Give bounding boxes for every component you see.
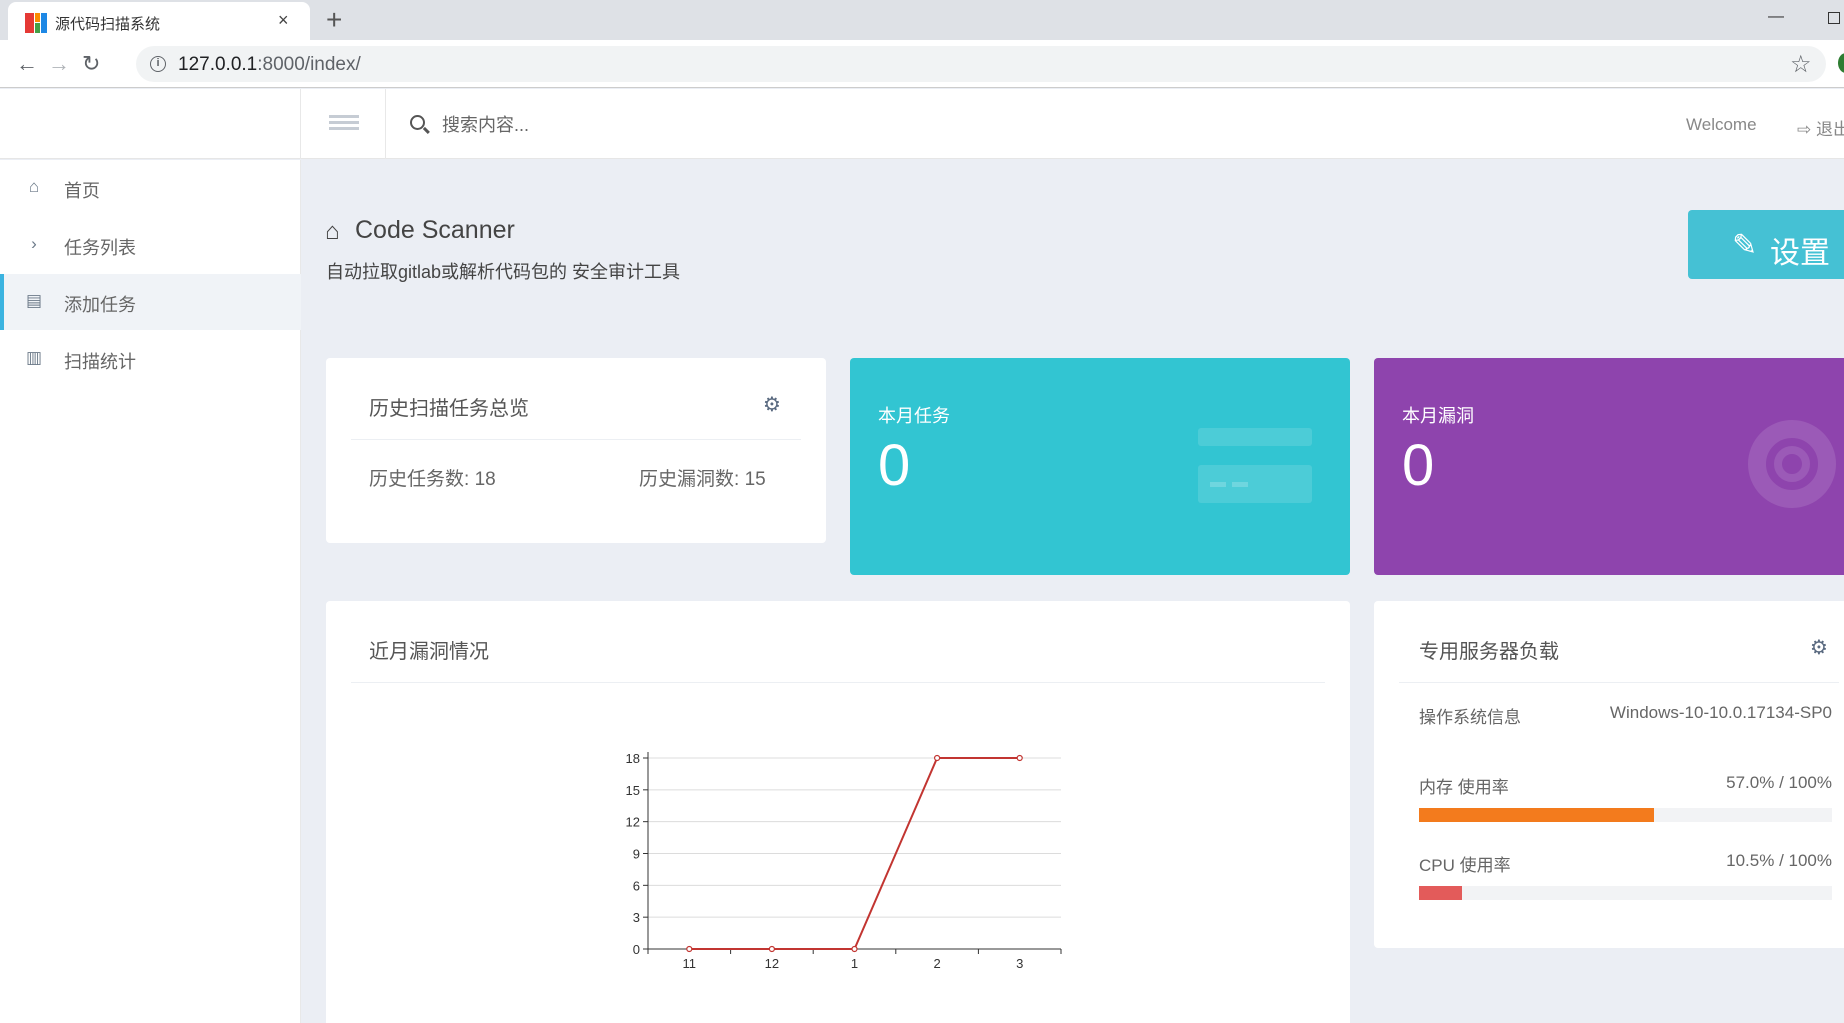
browser-tab-bar: 源代码扫描系统 × + —	[0, 0, 1844, 40]
data-point	[933, 754, 941, 762]
forward-icon[interactable]: →	[48, 51, 70, 77]
home-icon: ⌂	[28, 177, 40, 196]
sidebar-item-label: 扫描统计	[64, 352, 136, 372]
page-subtitle: 自动拉取gitlab或解析代码包的 安全审计工具	[326, 262, 681, 282]
history-tasks-stat: 历史任务数: 18	[369, 464, 496, 491]
back-icon[interactable]: ←	[16, 51, 38, 77]
month-vulns-label: 本月漏洞	[1402, 406, 1474, 426]
logout-icon: ⇨	[1797, 120, 1816, 139]
bar-chart-icon: ▥	[25, 348, 43, 367]
y-tick-label: 9	[633, 847, 640, 862]
data-point	[851, 945, 858, 953]
y-tick-label: 3	[633, 910, 640, 925]
cpu-label: CPU 使用率	[1419, 856, 1511, 875]
browser-tab[interactable]: 源代码扫描系统 ×	[8, 2, 310, 40]
url-path: :8000/index/	[257, 54, 361, 75]
monthly-vulns-chart-card: 近月漏洞情况 0 3 6 9 12 15 18 11 12 1 2 3	[326, 601, 1350, 1023]
x-tick-label: 12	[765, 956, 779, 971]
sidebar-item-label: 首页	[64, 181, 100, 201]
bookmark-star-icon[interactable]: ☆	[1790, 50, 1812, 79]
life-ring-icon	[1748, 420, 1836, 508]
form-icon: ▤	[25, 291, 43, 310]
sidebar-item-label: 添加任务	[64, 295, 136, 315]
month-tasks-value: 0	[878, 433, 911, 498]
divider	[351, 439, 801, 440]
url-host: 127.0.0.1	[178, 54, 258, 75]
server-load-card: 专用服务器负载 ⚙ 操作系统信息 Windows-10-10.0.17134-S…	[1374, 601, 1844, 948]
tab-title: 源代码扫描系统	[55, 16, 161, 33]
site-info-icon[interactable]: i	[150, 56, 166, 72]
data-point	[686, 945, 693, 953]
month-vulns-value: 0	[1402, 433, 1435, 498]
gear-icon[interactable]: ⚙	[1810, 635, 1828, 660]
sidebar: ⌂ 首页 › 任务列表 ▤ 添加任务 ▥ 扫描统计	[0, 160, 301, 1023]
history-vulns-stat: 历史漏洞数: 15	[639, 464, 766, 491]
home-icon: ⌂	[325, 218, 340, 245]
url-text: 127.0.0.1:8000/index/	[178, 54, 361, 76]
month-vulns-card[interactable]: 本月漏洞 0	[1374, 358, 1844, 575]
y-tick-label: 6	[633, 878, 640, 893]
reload-icon[interactable]: ↻	[82, 51, 100, 77]
card-title: 专用服务器负载	[1419, 641, 1559, 663]
history-overview-card: 历史扫描任务总览 ⚙ 历史任务数: 18 历史漏洞数: 15	[326, 358, 826, 543]
sidebar-item-scan-stats[interactable]: ▥ 扫描统计	[0, 331, 301, 387]
minimize-icon[interactable]: —	[1768, 8, 1784, 26]
history-vulns-label: 历史漏洞数:	[639, 469, 740, 490]
credit-card-icon	[1198, 428, 1312, 504]
cpu-progress-fill	[1419, 886, 1463, 900]
x-tick-label: 3	[1016, 956, 1023, 971]
sidebar-item-add-task[interactable]: ▤ 添加任务	[0, 274, 301, 330]
memory-progress-bar	[1419, 808, 1832, 822]
cpu-value: 10.5% / 100%	[1726, 851, 1832, 870]
line-chart: 036912151811 12 1 2 3	[626, 751, 1062, 971]
settings-button-label: 设置	[1770, 237, 1830, 270]
gear-icon[interactable]: ⚙	[763, 392, 781, 417]
data-point	[1016, 754, 1023, 762]
cpu-progress-bar	[1419, 886, 1832, 900]
search-icon	[410, 115, 425, 130]
url-field[interactable]: i 127.0.0.1:8000/index/ ☆	[136, 46, 1826, 82]
address-bar: ← → ↻ i 127.0.0.1:8000/index/ ☆	[0, 40, 1844, 88]
favicon-icon	[25, 13, 47, 33]
y-tick-label: 12	[626, 815, 640, 830]
brush-icon: ✎	[1732, 229, 1758, 262]
y-tick-label: 18	[626, 751, 640, 766]
logout-label: 退出	[1815, 120, 1844, 139]
sidebar-item-home[interactable]: ⌂ 首页	[0, 160, 301, 216]
x-tick-label: 1	[851, 956, 858, 971]
settings-button[interactable]: ✎ 设置	[1688, 210, 1844, 279]
maximize-icon[interactable]	[1828, 12, 1840, 24]
os-value: Windows-10-10.0.17134-SP0	[1609, 703, 1832, 722]
os-label: 操作系统信息	[1419, 708, 1521, 727]
sidebar-item-task-list[interactable]: › 任务列表	[0, 217, 301, 273]
tab-close-icon[interactable]: ×	[278, 10, 289, 31]
sidebar-item-label: 任务列表	[64, 238, 136, 258]
history-tasks-label: 历史任务数:	[369, 469, 470, 490]
logo-area	[0, 89, 301, 159]
data-point	[768, 945, 775, 953]
new-tab-icon[interactable]: +	[326, 4, 342, 36]
x-tick-label: 2	[933, 956, 940, 971]
welcome-text: Welcome	[1686, 115, 1757, 134]
memory-value: 57.0% / 100%	[1726, 773, 1832, 792]
app-header: Welcome ⇨ 退出	[0, 89, 1844, 159]
divider	[1399, 682, 1839, 683]
profile-avatar[interactable]	[1838, 53, 1844, 73]
history-vulns-value: 15	[744, 469, 766, 490]
month-tasks-label: 本月任务	[878, 406, 950, 426]
x-tick-label: 11	[683, 956, 697, 971]
page-title: Code Scanner	[355, 216, 515, 244]
search-input[interactable]	[442, 111, 742, 139]
memory-progress-fill	[1419, 808, 1655, 822]
memory-label: 内存 使用率	[1419, 778, 1509, 797]
card-title: 历史扫描任务总览	[369, 398, 529, 420]
history-tasks-value: 18	[474, 469, 496, 490]
month-tasks-card[interactable]: 本月任务 0	[850, 358, 1350, 575]
y-tick-label: 15	[626, 783, 640, 798]
y-tick-label: 0	[633, 942, 640, 957]
menu-toggle-button[interactable]	[301, 89, 386, 159]
chevron-right-icon: ›	[31, 234, 37, 253]
logout-link[interactable]: ⇨ 退出	[1797, 115, 1844, 140]
